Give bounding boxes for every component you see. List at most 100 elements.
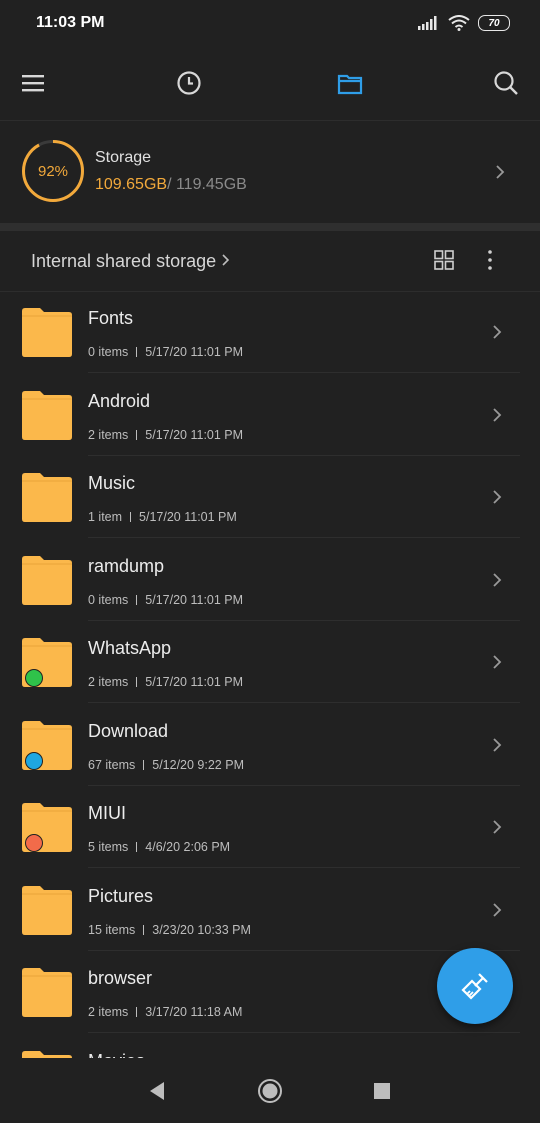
meta-separator [143, 924, 145, 935]
chevron-right-icon [493, 737, 502, 752]
folder-row[interactable]: Download 67 items 5/12/20 9:22 PM [0, 704, 540, 786]
folder-icon [22, 885, 72, 935]
modified-date: 5/17/20 11:01 PM [145, 675, 244, 689]
folder-meta: 67 items 5/12/20 9:22 PM [88, 758, 244, 772]
meta-separator [136, 347, 138, 357]
folder-name: Music [88, 473, 136, 493]
folder-name: MIUI [88, 803, 126, 823]
folder-name: Android [88, 390, 151, 411]
folder-name: Movies [88, 1051, 145, 1059]
folder-icon [22, 968, 72, 1017]
folder-row[interactable]: ramdump 0 items 5/17/20 11:01 PM [0, 539, 540, 621]
folder-row[interactable]: WhatsApp 2 items 5/17/20 11:01 PM [0, 621, 540, 703]
folder-name: browser [88, 968, 153, 988]
item-count: 0 items [88, 345, 129, 359]
item-count: 15 items [88, 922, 136, 937]
folder-icon [22, 390, 72, 440]
folder-name: Fonts [88, 308, 134, 328]
chevron-right-icon [493, 572, 502, 587]
meta-separator [136, 1007, 138, 1017]
modified-date: 5/17/20 11:01 PM [139, 510, 237, 524]
chevron-right-icon [496, 165, 505, 179]
chevron-right-icon [493, 655, 502, 669]
wifi-icon [448, 15, 470, 31]
chevron-right-icon [222, 254, 230, 266]
folder-name: WhatsApp [88, 638, 172, 658]
item-count: 0 items [88, 592, 129, 607]
folder-row[interactable]: Fonts 0 items 5/17/20 11:01 PM [0, 291, 540, 373]
folder-icon [22, 1050, 72, 1058]
modified-date: 3/23/20 10:33 PM [152, 922, 251, 937]
folder-icon [22, 473, 72, 522]
folder-row[interactable]: MIUI 5 items 4/6/20 2:06 PM [0, 786, 540, 868]
breadcrumb-label: Internal shared storage [31, 251, 217, 271]
status-bar: 11:03 PM 70 [0, 0, 540, 46]
meta-separator [136, 594, 138, 605]
modified-date: 3/17/20 11:18 AM [145, 1005, 243, 1019]
storage-used: 109.65GB [95, 176, 168, 193]
more-options-icon[interactable] [480, 249, 500, 271]
folder-name: Download [88, 720, 169, 741]
modified-date: 5/17/20 11:01 PM [145, 427, 244, 442]
meta-separator [136, 842, 138, 852]
back-icon[interactable] [144, 1078, 170, 1104]
modified-date: 5/12/20 9:22 PM [152, 757, 244, 772]
folder-row[interactable]: Pictures 15 items 3/23/20 10:33 PM [0, 869, 540, 951]
item-count: 2 items [88, 675, 129, 689]
home-icon[interactable] [257, 1078, 283, 1104]
toolbar [0, 50, 540, 116]
item-count: 2 items [88, 427, 129, 442]
folder-name: ramdump [88, 555, 165, 576]
path-bar: Internal shared storage [0, 231, 540, 291]
folder-row[interactable]: Android 2 items 5/17/20 11:01 PM [0, 374, 540, 456]
modified-date: 5/17/20 11:01 PM [145, 592, 244, 607]
storage-values: 109.65GB/ 119.45GB [95, 176, 247, 194]
status-time: 11:03 PM [36, 14, 105, 31]
meta-separator [130, 512, 132, 522]
recents-icon[interactable] [369, 1078, 395, 1104]
breadcrumb[interactable]: Internal shared storage [31, 251, 231, 272]
broom-icon [461, 973, 488, 1000]
storage-percent: 92% [37, 162, 69, 180]
chevron-right-icon [493, 902, 502, 917]
menu-icon[interactable] [18, 68, 48, 98]
folder-meta: 15 items 3/23/20 10:33 PM [88, 923, 251, 937]
chevron-right-icon [493, 325, 502, 339]
folder-meta: 0 items 5/17/20 11:01 PM [88, 593, 243, 607]
status-icons: 70 [418, 15, 510, 31]
folder-list: Fonts 0 items 5/17/20 11:01 PM Android 2 ite… [0, 291, 540, 1058]
folder-name: Pictures [88, 885, 154, 906]
item-count: 67 items [88, 757, 136, 772]
folder-meta: 2 items 5/17/20 11:01 PM [88, 428, 243, 442]
folder-meta: 2 items 3/17/20 11:18 AM [88, 1005, 242, 1019]
clean-button[interactable] [437, 948, 513, 1024]
storage-total: / 119.45GB [167, 176, 247, 193]
meta-separator [143, 759, 145, 770]
folder-row[interactable]: Movies [0, 1034, 540, 1059]
item-count: 5 items [88, 840, 129, 854]
modified-date: 5/17/20 11:01 PM [145, 345, 244, 359]
folder-meta: 0 items 5/17/20 11:01 PM [88, 345, 243, 359]
miui-icon [25, 834, 43, 852]
folder-row[interactable]: Music 1 item 5/17/20 11:01 PM [0, 456, 540, 538]
signal-icon [418, 16, 437, 30]
folder-icon[interactable] [335, 68, 365, 98]
clock-icon[interactable] [174, 68, 204, 98]
item-count: 2 items [88, 1005, 129, 1019]
folder-icon [22, 308, 72, 357]
folder-meta: 2 items 5/17/20 11:01 PM [88, 675, 243, 689]
whatsapp-icon [25, 669, 43, 687]
chevron-right-icon [493, 490, 502, 504]
folder-meta: 1 item 5/17/20 11:01 PM [88, 510, 237, 524]
navigation-bar [0, 1058, 540, 1123]
storage-label: Storage [95, 149, 152, 166]
search-icon[interactable] [491, 68, 521, 98]
section-divider [0, 223, 540, 231]
modified-date: 4/6/20 2:06 PM [145, 840, 231, 854]
storage-summary[interactable]: 92% Storage 109.65GB/ 119.45GB [0, 121, 540, 223]
item-count: 1 item [88, 510, 123, 524]
battery-indicator: 70 [478, 15, 510, 31]
chevron-right-icon [493, 407, 502, 422]
download-icon [25, 751, 43, 770]
grid-view-icon[interactable] [433, 249, 455, 271]
